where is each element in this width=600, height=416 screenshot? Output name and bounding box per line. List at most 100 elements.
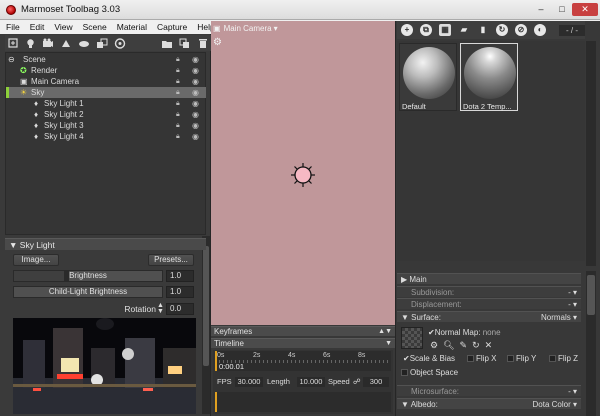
sky-light-header[interactable]: ▼ Sky Light: [5, 238, 206, 250]
flip-z-checkbox[interactable]: Flip Z: [549, 354, 578, 363]
albedo-dropdown[interactable]: Dota Color ▾: [533, 399, 578, 410]
child-light-brightness-slider[interactable]: Child-Light Brightness: [13, 286, 163, 298]
scrollbar-thumb[interactable]: [587, 275, 595, 315]
speed-field[interactable]: 300: [363, 377, 389, 387]
flip-y-checkbox[interactable]: Flip Y: [507, 354, 536, 363]
timeline-header[interactable]: Timeline ▼: [211, 338, 395, 348]
scrollbar-thumb[interactable]: [203, 246, 209, 366]
light-gizmo[interactable]: [290, 162, 316, 190]
eye-icon[interactable]: ◉: [192, 98, 199, 109]
properties-scrollbar[interactable]: [586, 271, 596, 416]
close-button[interactable]: ✕: [572, 3, 598, 16]
albedo-section[interactable]: ▼ Albedo: Dota Color ▾: [397, 398, 581, 409]
scene-item-main-camera[interactable]: ▣ Main Camera 🔒︎ ◉: [6, 76, 206, 87]
add-shadow-catcher-icon[interactable]: [60, 38, 72, 49]
trash-icon[interactable]: ▮: [477, 24, 489, 36]
main-section[interactable]: ▶ Main: [397, 273, 581, 284]
fps-field[interactable]: 30.000: [235, 377, 263, 387]
displacement-section[interactable]: Displacement: - ▾: [397, 298, 581, 309]
image-button[interactable]: Image...: [13, 254, 59, 266]
material-thumb-dota-2[interactable]: Dota 2 Temp...: [460, 43, 518, 111]
collapse-arrow-icon[interactable]: ▼: [385, 339, 392, 349]
eye-icon[interactable]: ◉: [192, 131, 199, 142]
menu-file[interactable]: File: [0, 22, 24, 32]
refresh-icon[interactable]: ↻: [472, 340, 480, 351]
menu-capture[interactable]: Capture: [151, 22, 191, 32]
normal-map-slot[interactable]: [401, 327, 423, 349]
add-mesh-icon[interactable]: [8, 37, 19, 49]
playhead[interactable]: [215, 351, 217, 371]
pick-material-icon[interactable]: ⊘: [515, 24, 527, 36]
sky-panorama-preview[interactable]: [13, 318, 196, 414]
lock-icon[interactable]: 🔒︎: [176, 65, 180, 76]
scene-item-sky[interactable]: ☀ Sky 🔒︎ ◉: [6, 87, 206, 98]
presets-button[interactable]: Presets...: [148, 254, 194, 266]
gear-icon[interactable]: ⚙: [430, 340, 438, 351]
timeline-keys-track[interactable]: [215, 392, 391, 412]
menu-view[interactable]: View: [48, 22, 76, 32]
scene-item-sky-light-2[interactable]: ♦ Sky Light 2 🔒︎ ◉: [6, 109, 206, 120]
add-material-icon[interactable]: +: [401, 24, 413, 36]
refresh-icon[interactable]: ↻: [496, 24, 508, 36]
dropdown-arrow-icon[interactable]: - ▾: [568, 386, 577, 397]
eye-icon[interactable]: ◉: [192, 120, 199, 131]
eye-icon[interactable]: ◉: [192, 76, 199, 87]
add-turntable-icon[interactable]: [114, 37, 126, 49]
brightness-field[interactable]: 1.0: [166, 270, 194, 282]
minimize-button[interactable]: –: [532, 3, 550, 16]
viewport-settings-gear-icon[interactable]: ⚙: [213, 37, 222, 48]
rotation-field[interactable]: 0.0: [166, 303, 194, 315]
dropdown-arrow-icon[interactable]: - ▾: [568, 299, 577, 310]
add-group-icon[interactable]: [96, 38, 108, 49]
duplicate-material-icon[interactable]: ⧉: [420, 24, 432, 36]
scale-bias-checkbox[interactable]: ✔Scale & Bias: [403, 354, 455, 363]
material-zoom-field[interactable]: - / -: [559, 24, 585, 36]
flip-x-checkbox[interactable]: Flip X: [467, 354, 496, 363]
child-light-brightness-field[interactable]: 1.0: [166, 286, 194, 298]
microsurface-section[interactable]: Microsurface: - ▾: [397, 385, 581, 396]
add-fog-icon[interactable]: [78, 38, 90, 49]
lock-icon[interactable]: 🔒︎: [176, 87, 180, 98]
lock-icon[interactable]: 🔒︎: [176, 120, 180, 131]
maximize-button[interactable]: □: [553, 3, 571, 16]
surface-section[interactable]: ▼ Surface: Normals ▾: [397, 311, 581, 322]
material-thumb-default[interactable]: Default: [399, 43, 457, 111]
sky-panel-scrollbar[interactable]: [202, 236, 210, 414]
eye-icon[interactable]: ◉: [192, 109, 199, 120]
eye-icon[interactable]: ◉: [192, 87, 199, 98]
rotation-spinner-icon[interactable]: ▲ ▼: [157, 302, 165, 315]
scene-item-sky-light-4[interactable]: ♦ Sky Light 4 🔒︎ ◉: [6, 131, 206, 142]
clear-icon[interactable]: ✕: [485, 340, 493, 351]
menu-scene[interactable]: Scene: [77, 22, 111, 32]
eye-icon[interactable]: ◉: [192, 65, 199, 76]
material-list[interactable]: Default Dota 2 Temp...: [397, 41, 585, 261]
folder-icon[interactable]: ▰: [458, 24, 470, 36]
checker-icon[interactable]: ▦: [439, 24, 451, 36]
collapse-arrows-icon[interactable]: ▲▼: [378, 327, 392, 337]
lock-icon[interactable]: 🔒︎: [176, 98, 180, 109]
material-list-scrollbar[interactable]: [586, 41, 596, 266]
eyedropper-icon[interactable]: ✎: [460, 340, 468, 351]
assign-material-icon[interactable]: ◐: [534, 24, 546, 36]
brightness-slider[interactable]: Brightness: [13, 270, 163, 282]
folder-icon[interactable]: [161, 38, 173, 49]
lock-icon[interactable]: 🔒︎: [176, 54, 180, 65]
lock-icon[interactable]: 🔒︎: [176, 76, 180, 87]
lock-icon[interactable]: 🔒︎: [176, 131, 180, 142]
scene-item-sky-light-1[interactable]: ♦ Sky Light 1 🔒︎ ◉: [6, 98, 206, 109]
dropdown-arrow-icon[interactable]: - ▾: [568, 287, 577, 298]
scene-item-sky-light-3[interactable]: ♦ Sky Light 3 🔒︎ ◉: [6, 120, 206, 131]
duplicate-icon[interactable]: [179, 38, 191, 49]
object-space-checkbox[interactable]: Object Space: [401, 368, 458, 377]
eye-icon[interactable]: ◉: [192, 54, 199, 65]
lock-icon[interactable]: 🔒︎: [176, 109, 180, 120]
scene-item-render[interactable]: ✪ Render 🔒︎ ◉: [6, 65, 206, 76]
add-camera-icon[interactable]: [42, 38, 54, 49]
length-field[interactable]: 10.000: [297, 377, 325, 387]
checkmark-icon[interactable]: ✔: [428, 328, 435, 337]
surface-dropdown[interactable]: Normals ▾: [541, 312, 577, 323]
scene-item-scene[interactable]: ⊖ Scene 🔒︎ ◉: [6, 54, 206, 65]
menu-material[interactable]: Material: [111, 22, 151, 32]
search-icon[interactable]: 🔍︎: [443, 340, 454, 351]
keyframes-header[interactable]: Keyframes ▲▼: [211, 326, 395, 336]
